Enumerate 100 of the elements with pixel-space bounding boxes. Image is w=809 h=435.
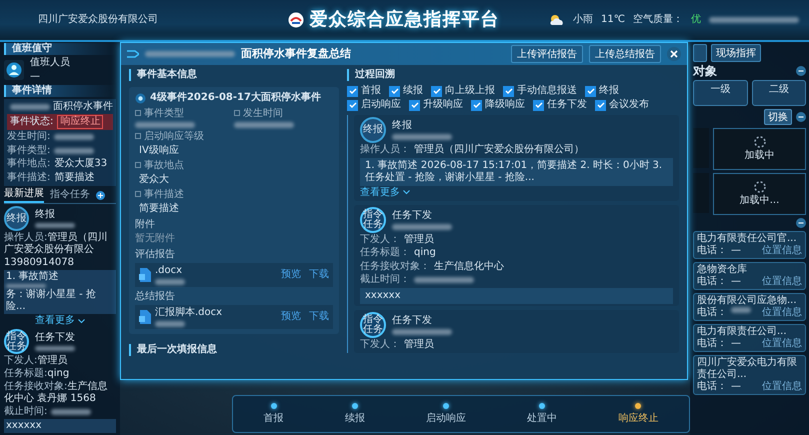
- phone-label: 电话：: [697, 338, 727, 350]
- document-icon: [139, 310, 151, 324]
- record-title: 终报: [35, 209, 56, 221]
- level-card[interactable]: 二级: [752, 80, 806, 106]
- field-label: 事件地点:: [7, 158, 50, 170]
- collapse-icon[interactable]: [796, 66, 806, 76]
- field-label: 发生时间:: [7, 131, 50, 144]
- view-more-link[interactable]: 查看更多: [360, 186, 410, 198]
- event-name: 面积停水事件: [53, 101, 113, 113]
- checkbox[interactable]: [409, 100, 420, 110]
- field-label: 操作人员：: [360, 144, 410, 156]
- air-quality-value: 优: [691, 14, 701, 26]
- step-label: 续报: [344, 413, 365, 425]
- checkbox-label: 向上级上报: [445, 85, 495, 97]
- checkbox[interactable]: [533, 100, 544, 110]
- dialog-title: 面积停水事件复盘总结: [241, 48, 351, 60]
- blurred-text: [54, 148, 94, 154]
- note-text: 务：谢谢小星星 - 抢险...: [6, 289, 97, 313]
- video-status: 加载中...: [740, 195, 780, 207]
- blurred-text: [35, 223, 75, 228]
- field-label: 截止时间:: [4, 406, 48, 418]
- checkbox-label: 升级响应: [423, 99, 463, 111]
- field-value: qing: [414, 247, 436, 260]
- blurred-text: [10, 104, 50, 110]
- checkbox[interactable]: [471, 100, 482, 110]
- contact-card[interactable]: 急物资仓库 电话： — 位置信息: [693, 262, 806, 290]
- blurred-text: [392, 134, 452, 140]
- report-label: 总结报告: [135, 291, 176, 303]
- field-value: 生产信息化中心: [434, 260, 504, 273]
- file-action-link[interactable]: 下载: [309, 269, 329, 281]
- checkbox[interactable]: [431, 86, 442, 96]
- field-text: 下发人:管理员: [4, 355, 68, 367]
- contact-card[interactable]: 股份有限公司应急物... 电话： 位置信息: [693, 293, 806, 321]
- section-title: 事件基本信息: [129, 69, 339, 81]
- close-icon[interactable]: [667, 47, 681, 61]
- checkbox[interactable]: [503, 86, 514, 96]
- note-text: 1. 事故简述 2026-08-17 15:17:01，简要描述 2. 时长：0小时 3. 任务处置 - 抢险，谢谢小星星 - 抢险...: [360, 158, 673, 186]
- event-title: 4级事件2026-08-17大面积停水事件: [150, 92, 321, 104]
- file-action-link[interactable]: 下载: [309, 311, 329, 323]
- field-label: 事件类型:: [7, 144, 50, 157]
- file-action-link[interactable]: 预览: [281, 311, 301, 323]
- contact-card[interactable]: 电力有限责任公司... 电话： — 位置信息: [693, 324, 806, 352]
- field-label: 事件描述:: [7, 172, 50, 184]
- checkbox[interactable]: [389, 86, 400, 96]
- field-label: 事件描述: [135, 189, 333, 201]
- blurred-text: [234, 122, 294, 128]
- upload-button[interactable]: 上传总结报告: [589, 45, 661, 63]
- contact-name: 股份有限公司应急物...: [697, 295, 798, 306]
- view-more-link[interactable]: 查看更多: [35, 315, 85, 327]
- field-label: 任务标题：: [360, 247, 410, 260]
- checkbox-label: 终报: [599, 85, 619, 97]
- level-card[interactable]: 一级: [693, 80, 748, 106]
- phone-value: —: [731, 338, 741, 350]
- field-label: 下发人：: [360, 338, 400, 351]
- step-label: 响应终止: [618, 413, 658, 425]
- record-title: 终报: [392, 120, 413, 132]
- field-command-button[interactable]: 现场指挥: [711, 44, 761, 62]
- contact-name: 四川广安爱众电力有限责任公司...: [697, 357, 798, 380]
- logo-icon: [288, 12, 304, 28]
- cloud-icon: [549, 14, 566, 26]
- attachment-label: 附件: [135, 219, 156, 231]
- checkbox[interactable]: [595, 100, 606, 110]
- blurred-text: [135, 122, 195, 128]
- file-action-link[interactable]: 预览: [281, 269, 301, 281]
- location-link[interactable]: 位置信息: [762, 307, 802, 319]
- step-label: 处置中: [527, 413, 558, 425]
- step-label: 首报: [264, 413, 284, 425]
- record-badge: 终报: [360, 117, 386, 143]
- checkbox[interactable]: [347, 86, 358, 96]
- checkbox-label: 手动信息报送: [517, 85, 577, 97]
- temperature: 11℃: [601, 14, 625, 26]
- file-name: 汇报脚本.docx: [155, 307, 222, 319]
- contact-card[interactable]: 四川广安爱众电力有限责任公司... 电话： — 位置信息: [693, 355, 806, 395]
- contact-card[interactable]: 电力有限责任公司官... 电话： — 位置信息: [693, 231, 806, 259]
- field-value: 简要描述: [138, 203, 180, 215]
- blurred-text: [54, 134, 94, 140]
- collapse-icon[interactable]: [796, 112, 806, 122]
- switch-button[interactable]: 切换: [764, 109, 792, 125]
- tab[interactable]: 指令任务: [50, 189, 90, 202]
- location-link[interactable]: 位置信息: [762, 276, 802, 288]
- location-link[interactable]: 位置信息: [762, 381, 802, 393]
- tab[interactable]: 最新进展: [4, 188, 44, 203]
- upload-button[interactable]: 上传评估报告: [511, 45, 583, 63]
- duty-role: 值班人员: [30, 57, 70, 69]
- video-status: 加载中: [744, 150, 774, 162]
- loading-spinner-icon: [754, 136, 766, 148]
- collapse-icon[interactable]: [796, 218, 806, 228]
- location-link[interactable]: 位置信息: [762, 338, 802, 350]
- loading-spinner-icon: [754, 181, 766, 193]
- location-link[interactable]: 位置信息: [762, 245, 802, 257]
- blurred-text: [392, 224, 452, 230]
- checkbox-label: 会议发布: [609, 99, 649, 111]
- checkbox-label: 任务下发: [547, 99, 587, 111]
- record-title: 任务下发: [35, 332, 75, 344]
- blurred-text: [731, 307, 751, 313]
- field-text: 操作人员:管理员（四川广安爱众股份有限公: [4, 232, 108, 256]
- checkbox[interactable]: [347, 100, 358, 110]
- checkbox[interactable]: [585, 86, 596, 96]
- field-label: 下发人：: [360, 234, 400, 246]
- blurred-text: [414, 277, 474, 284]
